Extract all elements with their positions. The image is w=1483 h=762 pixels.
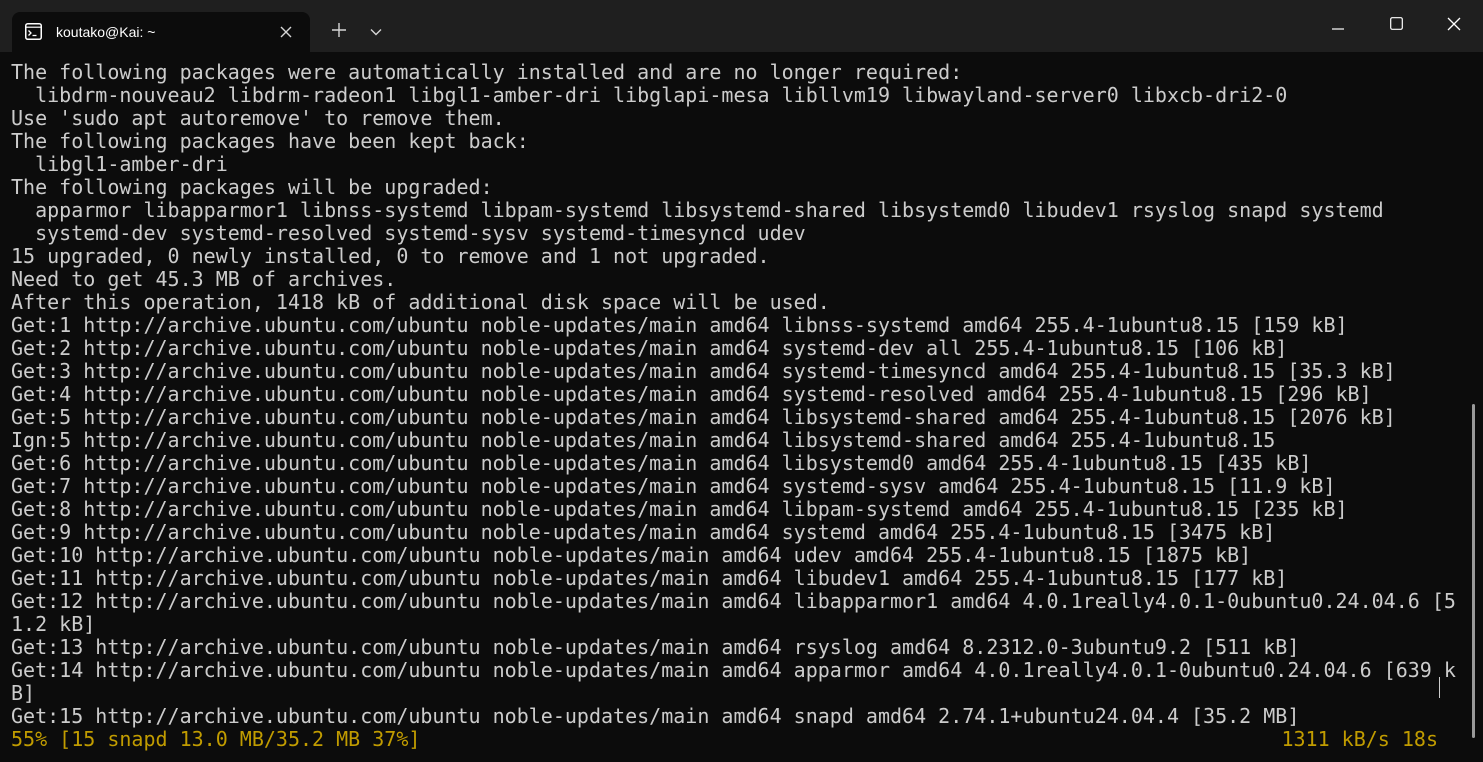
terminal-line: Get:1 http://archive.ubuntu.com/ubuntu n…: [11, 313, 1348, 337]
terminal-line: The following packages will be upgraded:: [11, 175, 493, 199]
terminal-line: libgl1-amber-dri: [11, 152, 228, 176]
terminal-output: The following packages were automaticall…: [11, 61, 1456, 728]
title-bar[interactable]: koutako@Kai: ~: [0, 0, 1483, 52]
chevron-down-icon: [370, 23, 382, 41]
terminal-line: Get:7 http://archive.ubuntu.com/ubuntu n…: [11, 474, 1336, 498]
terminal-line: Get:3 http://archive.ubuntu.com/ubuntu n…: [11, 359, 1396, 383]
scrollbar-thumb[interactable]: [1472, 404, 1475, 738]
close-window-button[interactable]: [1425, 0, 1483, 52]
terminal-line: 15 upgraded, 0 newly installed, 0 to rem…: [11, 244, 770, 268]
terminal-tab[interactable]: koutako@Kai: ~: [12, 12, 310, 52]
new-tab-button[interactable]: [324, 17, 354, 47]
download-speed: 1311 kB/s 18s: [1281, 727, 1438, 751]
terminal-line: Get:12 http://archive.ubuntu.com/ubuntu …: [11, 589, 1456, 613]
terminal-line: 1.2 kB]: [11, 612, 96, 636]
terminal-line: Get:15 http://archive.ubuntu.com/ubuntu …: [11, 704, 1300, 728]
terminal-line: After this operation, 1418 kB of additio…: [11, 290, 830, 314]
terminal-icon: [25, 23, 42, 40]
close-icon: [1447, 17, 1461, 36]
terminal-line: Get:14 http://archive.ubuntu.com/ubuntu …: [11, 658, 1456, 682]
terminal-line: The following packages have been kept ba…: [11, 129, 529, 153]
tab-dropdown-button[interactable]: [361, 17, 391, 47]
terminal-line: Use 'sudo apt autoremove' to remove them…: [11, 106, 505, 130]
terminal-line: apparmor libapparmor1 libnss-systemd lib…: [11, 198, 1384, 222]
terminal-line: Need to get 45.3 MB of archives.: [11, 267, 397, 291]
terminal-line: Ign:5 http://archive.ubuntu.com/ubuntu n…: [11, 428, 1276, 452]
terminal-line: Get:6 http://archive.ubuntu.com/ubuntu n…: [11, 451, 1312, 475]
progress-status: 55% [15 snapd 13.0 MB/35.2 MB 37%]: [11, 727, 421, 751]
maximize-button[interactable]: [1367, 0, 1425, 52]
terminal-line: Get:4 http://archive.ubuntu.com/ubuntu n…: [11, 382, 1372, 406]
terminal-line: Get:5 http://archive.ubuntu.com/ubuntu n…: [11, 405, 1396, 429]
terminal-line: libdrm-nouveau2 libdrm-radeon1 libgl1-am…: [11, 83, 1288, 107]
terminal-line: Get:11 http://archive.ubuntu.com/ubuntu …: [11, 566, 1288, 590]
tab-title: koutako@Kai: ~: [56, 24, 156, 40]
plus-icon: [332, 22, 346, 42]
minimize-icon: [1332, 17, 1344, 35]
terminal-line: Get:13 http://archive.ubuntu.com/ubuntu …: [11, 635, 1300, 659]
terminal-line: B]: [11, 681, 36, 705]
terminal-line: Get:9 http://archive.ubuntu.com/ubuntu n…: [11, 520, 1276, 544]
maximize-icon: [1389, 17, 1403, 35]
terminal-window: koutako@Kai: ~ The following packages we…: [0, 0, 1483, 762]
close-tab-icon[interactable]: [276, 22, 296, 42]
terminal-line: Get:8 http://archive.ubuntu.com/ubuntu n…: [11, 497, 1348, 521]
terminal-line: Get:2 http://archive.ubuntu.com/ubuntu n…: [11, 336, 1288, 360]
text-cursor: [1439, 677, 1440, 698]
terminal-line: Get:10 http://archive.ubuntu.com/ubuntu …: [11, 543, 1252, 567]
apt-progress-line: 55% [15 snapd 13.0 MB/35.2 MB 37%] 1311 …: [11, 728, 1446, 751]
minimize-button[interactable]: [1309, 0, 1367, 52]
terminal-output-area[interactable]: The following packages were automaticall…: [0, 52, 1483, 762]
terminal-line: The following packages were automaticall…: [11, 60, 963, 84]
terminal-line: systemd-dev systemd-resolved systemd-sys…: [11, 221, 806, 245]
